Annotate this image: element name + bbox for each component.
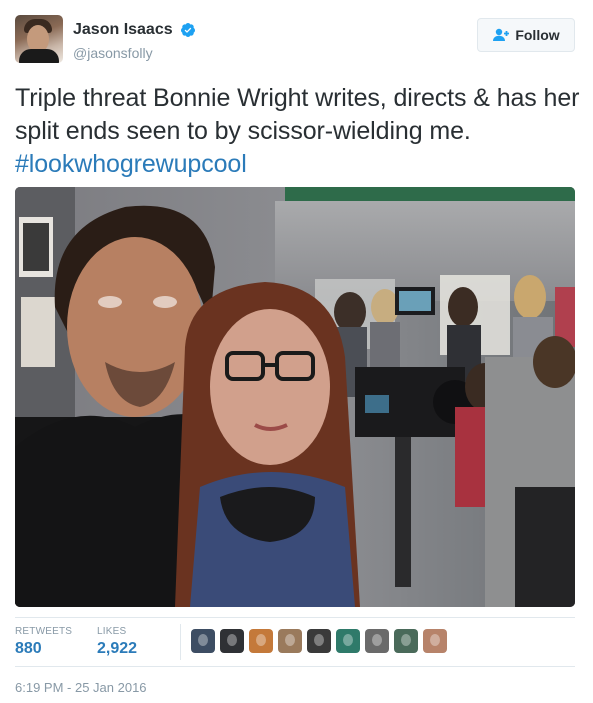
likes-count: 2,922 xyxy=(97,640,138,657)
retweets-label: RETWEETS xyxy=(15,626,73,637)
hashtag-link[interactable]: #lookwhogrewupcool xyxy=(15,150,247,178)
selfie-photo xyxy=(15,187,575,607)
liker-avatar[interactable] xyxy=(278,629,302,653)
likes-stat[interactable]: LIKES 2,922 xyxy=(97,626,137,658)
retweets-stat[interactable]: RETWEETS 880 xyxy=(15,626,72,658)
tweet-header: Jason Isaacs @jasonsfolly Follow xyxy=(15,15,578,69)
liker-avatar[interactable] xyxy=(365,629,389,653)
tweet-text: Triple threat Bonnie Wright writes, dire… xyxy=(15,82,580,181)
verified-badge-icon xyxy=(181,23,196,37)
follow-button[interactable]: Follow xyxy=(477,18,575,52)
stats-divider xyxy=(180,624,181,660)
tweet-body: Triple threat Bonnie Wright writes, dire… xyxy=(15,84,580,145)
tweet-timestamp[interactable]: 6:19 PM - 25 Jan 2016 xyxy=(15,680,147,695)
display-name[interactable]: Jason Isaacs xyxy=(73,21,173,39)
add-user-icon xyxy=(493,28,510,41)
follow-label: Follow xyxy=(515,27,560,43)
liker-avatar[interactable] xyxy=(394,629,418,653)
liker-avatar[interactable] xyxy=(423,629,447,653)
likes-label: LIKES xyxy=(97,626,127,637)
avatar[interactable] xyxy=(15,15,63,63)
liker-avatar[interactable] xyxy=(336,629,360,653)
retweets-count: 880 xyxy=(15,640,42,657)
liker-avatar[interactable] xyxy=(307,629,331,653)
liker-avatar[interactable] xyxy=(249,629,273,653)
liker-avatars xyxy=(191,629,447,653)
liker-avatar[interactable] xyxy=(191,629,215,653)
user-name-row: Jason Isaacs xyxy=(73,21,196,39)
liker-avatar[interactable] xyxy=(220,629,244,653)
tweet-stats: RETWEETS 880 LIKES 2,922 xyxy=(15,617,575,667)
tweet-photo[interactable] xyxy=(15,187,575,607)
user-handle[interactable]: @jasonsfolly xyxy=(73,45,153,61)
